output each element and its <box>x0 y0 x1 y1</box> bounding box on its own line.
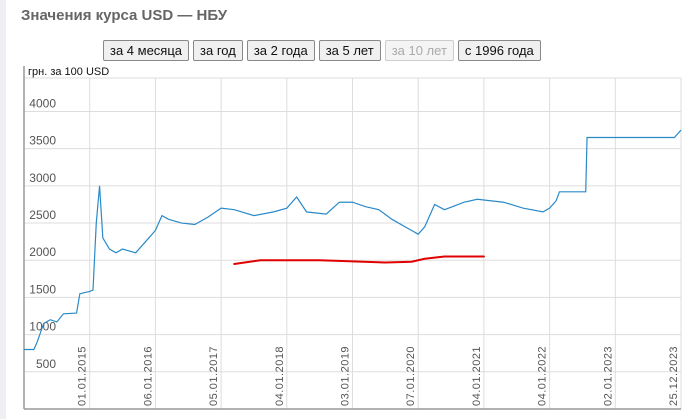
x-tick-label: 01.01.2015 <box>77 346 89 406</box>
x-tick-label: 04.01.2022 <box>537 346 549 406</box>
y-tick-label: 2500 <box>29 208 56 222</box>
y-tick-label: 3000 <box>29 171 56 185</box>
x-tick-label: 04.01.2018 <box>274 346 286 406</box>
y-tick-label: 4000 <box>29 96 56 110</box>
x-tick-label: 04.01.2021 <box>471 346 483 406</box>
x-tick-label: 05.01.2017 <box>208 346 220 406</box>
y-tick-label: 1500 <box>29 282 56 296</box>
x-tick-label: 06.01.2016 <box>142 346 154 406</box>
y-tick-label: 2000 <box>29 245 56 259</box>
y-tick-label: 500 <box>36 357 56 371</box>
x-tick-label: 25.12.2023 <box>668 346 680 406</box>
x-tick-label: 03.01.2019 <box>340 346 352 406</box>
y-axis-label: грн. за 100 USD <box>28 66 110 78</box>
y-tick-label: 3500 <box>29 134 56 148</box>
x-tick-label: 02.01.2023 <box>602 346 614 406</box>
chart: 500100015002000250030003500400001.01.201… <box>23 66 682 410</box>
x-tick-label: 07.01.2020 <box>405 346 417 406</box>
